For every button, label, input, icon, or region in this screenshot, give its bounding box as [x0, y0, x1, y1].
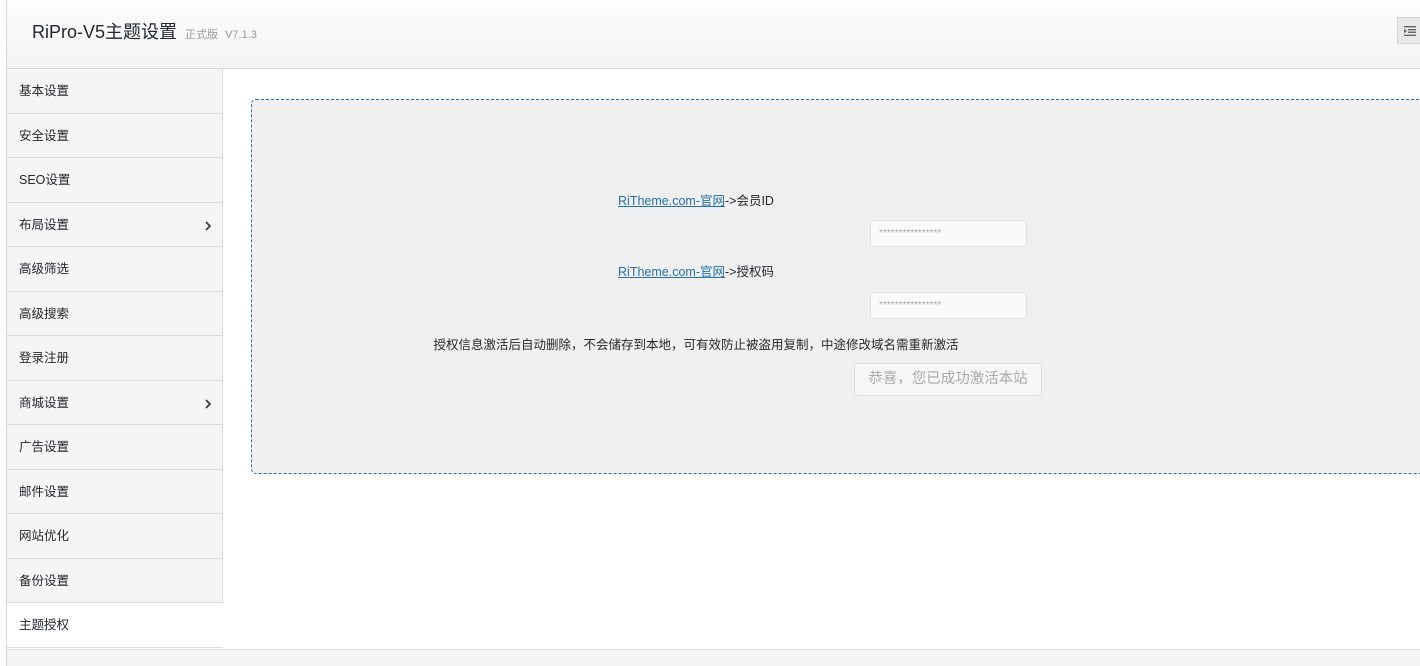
sidebar-item-mail[interactable]: 邮件设置: [7, 469, 223, 514]
sidebar-item-advanced-filter[interactable]: 高级筛选: [7, 247, 223, 292]
sidebar-item-label: 高级搜索: [19, 306, 70, 321]
sidebar-item-label: 高级筛选: [19, 262, 70, 276]
license-code-suffix: ->授权码: [725, 265, 774, 279]
sidebar-item-label: 主题授权: [19, 618, 70, 632]
options-sidebar: 基本设置 安全设置 SEO设置 布局设置 高级筛选 高级搜索 登录注册 商城设置: [7, 69, 223, 648]
member-id-suffix: ->会员ID: [725, 194, 774, 208]
sidebar-item-security[interactable]: 安全设置: [7, 113, 223, 158]
sidebar-item-layout[interactable]: 布局设置: [7, 202, 223, 247]
version-label: V7.1.3: [225, 29, 257, 41]
license-panel: RiTheme.com-官网->会员ID RiTheme.com-官网->授权码…: [251, 99, 1420, 474]
sidebar-item-label: 邮件设置: [19, 484, 70, 499]
sidebar-item-shop[interactable]: 商城设置: [7, 380, 223, 425]
sidebar-item-label: 广告设置: [19, 440, 70, 454]
member-id-input[interactable]: [870, 220, 1027, 247]
license-code-input[interactable]: [870, 292, 1027, 319]
activation-success-button[interactable]: 恭喜，您已成功激活本站: [854, 363, 1042, 396]
sidebar-item-label: 布局设置: [19, 217, 70, 232]
edition-label: 正式版: [185, 29, 219, 41]
sidebar-item-label: 备份设置: [19, 573, 70, 588]
sidebar-item-label: 网站优化: [19, 529, 70, 543]
options-frame: RiPro-V5主题设置 正式版 V7.1.3 基本设置 安全设置 SEO设置 …: [6, 0, 1420, 666]
sidebar-item-optimization[interactable]: 网站优化: [7, 514, 223, 559]
expand-menu-button[interactable]: [1397, 17, 1420, 44]
sidebar-item-ads[interactable]: 广告设置: [7, 425, 223, 470]
sidebar-item-license[interactable]: 主题授权: [7, 603, 223, 648]
ritheme-official-link[interactable]: RiTheme.com-官网: [618, 194, 725, 208]
sidebar-item-advanced-search[interactable]: 高级搜索: [7, 291, 223, 336]
sidebar-item-label: 登录注册: [19, 351, 70, 365]
chevron-right-icon: [205, 220, 212, 231]
member-id-label-row: RiTheme.com-官网->会员ID: [252, 190, 1420, 210]
license-notice: 授权信息激活后自动删除，不会储存到本地，可有效防止被盗用复制，中途修改域名需重新…: [433, 338, 959, 352]
theme-title: RiPro-V5主题设置: [32, 22, 178, 42]
list-collapse-icon: [1403, 25, 1416, 36]
sidebar-item-basic[interactable]: 基本设置: [7, 69, 223, 114]
sidebar-item-label: 基本设置: [19, 84, 70, 98]
member-id-label: RiTheme.com-官网->会员ID: [618, 194, 774, 208]
sidebar-item-login-register[interactable]: 登录注册: [7, 336, 223, 381]
sidebar-item-backup[interactable]: 备份设置: [7, 558, 223, 603]
sidebar-item-seo[interactable]: SEO设置: [7, 158, 223, 203]
license-code-label: RiTheme.com-官网->授权码: [618, 265, 774, 279]
options-header: RiPro-V5主题设置 正式版 V7.1.3: [7, 0, 1420, 69]
sidebar-item-label: 安全设置: [19, 128, 70, 143]
sidebar-item-label: SEO设置: [19, 173, 71, 187]
sidebar-item-label: 商城设置: [19, 395, 70, 410]
ritheme-official-link[interactable]: RiTheme.com-官网: [618, 265, 725, 279]
footer-bar: [7, 649, 1420, 666]
chevron-right-icon: [205, 398, 212, 409]
license-code-label-row: RiTheme.com-官网->授权码: [252, 261, 1420, 281]
page-title: RiPro-V5主题设置 正式版 V7.1.3: [32, 18, 257, 44]
